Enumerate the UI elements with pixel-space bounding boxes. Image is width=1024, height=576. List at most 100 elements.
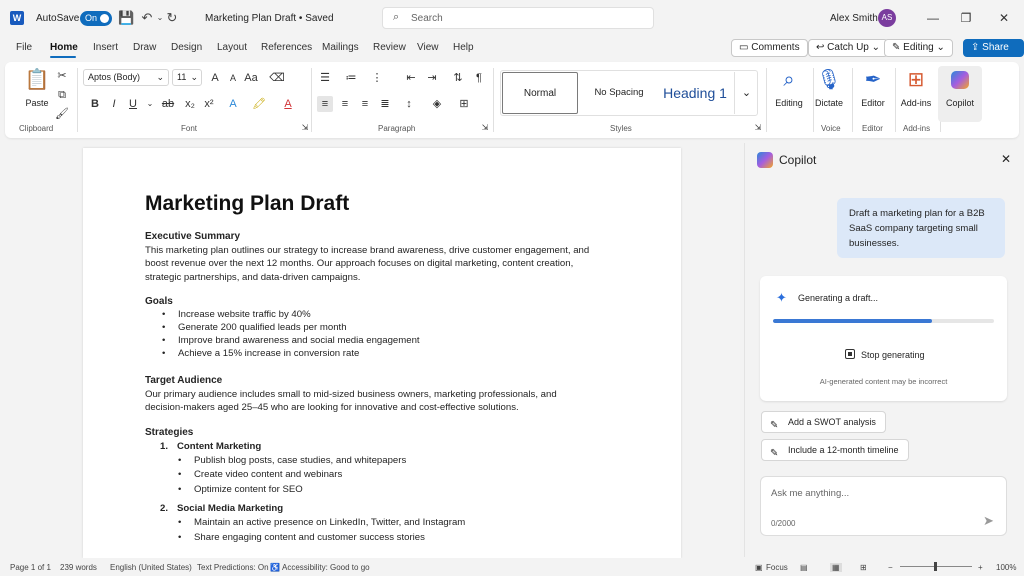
numbering-icon[interactable]: ≔ xyxy=(343,70,359,86)
close-icon[interactable]: ✕ xyxy=(1001,152,1011,166)
underline-icon[interactable]: U xyxy=(125,96,141,112)
zoom-out-icon[interactable]: − xyxy=(888,563,893,572)
document-title[interactable]: Marketing Plan Draft • Saved xyxy=(205,13,334,24)
copilot-chat-input[interactable]: Ask me anything... 0/2000 ➤ xyxy=(760,476,1007,536)
zoom-in-icon[interactable]: + xyxy=(978,563,983,572)
style-no-spacing[interactable]: No Spacing xyxy=(581,72,657,114)
send-icon[interactable]: ➤ xyxy=(983,513,994,529)
font-name-value: Aptos (Body) xyxy=(88,72,141,82)
minimize-icon[interactable]: — xyxy=(925,10,941,26)
list-item: Maintain an active presence on LinkedIn,… xyxy=(178,517,465,528)
format-painter-icon[interactable]: 🖌 xyxy=(54,106,70,122)
list-number: 2. xyxy=(160,503,169,514)
styles-dialog-launcher-icon[interactable]: ⇲ xyxy=(750,120,766,136)
editor-button[interactable]: ✒ Editor xyxy=(851,66,895,108)
italic-icon[interactable]: I xyxy=(106,96,122,112)
accessibility-status[interactable]: Accessibility: Good to go xyxy=(282,563,370,572)
avatar[interactable]: AS xyxy=(878,9,896,27)
align-left-icon[interactable]: ≡ xyxy=(317,96,333,112)
tab-layout[interactable]: Layout xyxy=(217,42,247,53)
text-effects-icon[interactable]: A xyxy=(225,96,241,112)
language-status[interactable]: English (United States) xyxy=(110,563,192,572)
justify-icon[interactable]: ≣ xyxy=(377,96,393,112)
zoom-level[interactable]: 100% xyxy=(996,563,1016,572)
tab-help[interactable]: Help xyxy=(453,42,474,53)
zoom-slider-handle[interactable] xyxy=(934,562,937,571)
catch-up-button[interactable]: ↩ Catch Up ⌄ xyxy=(808,39,889,57)
paragraph-dialog-launcher-icon[interactable]: ⇲ xyxy=(477,120,493,136)
copilot-ribbon-button[interactable]: Copilot xyxy=(938,66,982,122)
increase-indent-icon[interactable]: ⇥ xyxy=(424,70,440,86)
shrink-font-icon[interactable]: A xyxy=(225,70,241,86)
search-input[interactable]: ⌕ Search xyxy=(382,7,654,29)
paste-button[interactable]: 📋 Paste xyxy=(15,66,59,108)
text-predictions-status[interactable]: Text Predictions: On xyxy=(197,563,269,572)
grow-font-icon[interactable]: A xyxy=(207,70,223,86)
underline-options-icon[interactable]: ⌄ xyxy=(142,96,158,112)
word-count[interactable]: 239 words xyxy=(60,563,97,572)
font-name-select[interactable]: Aptos (Body) ⌄ xyxy=(83,69,169,86)
catch-up-label: Catch Up xyxy=(827,42,869,53)
word-app-icon: W xyxy=(10,11,24,25)
tab-references[interactable]: References xyxy=(261,42,312,53)
read-mode-icon[interactable]: ▤ xyxy=(800,563,808,572)
cut-icon[interactable]: ✂ xyxy=(54,68,70,84)
strategy-title: Social Media Marketing xyxy=(177,503,284,514)
page-count[interactable]: Page 1 of 1 xyxy=(10,563,51,572)
style-normal[interactable]: Normal xyxy=(502,72,578,114)
shading-icon[interactable]: ◈ xyxy=(429,96,445,112)
show-formatting-icon[interactable]: ¶ xyxy=(471,70,487,86)
line-spacing-icon[interactable]: ↕ xyxy=(401,96,417,112)
save-icon[interactable]: 💾 xyxy=(118,10,134,26)
style-heading-1[interactable]: Heading 1 xyxy=(657,72,733,114)
highlight-icon[interactable]: 🖍 xyxy=(251,96,267,112)
decrease-indent-icon[interactable]: ⇤ xyxy=(403,70,419,86)
user-name[interactable]: Alex Smith xyxy=(830,13,878,24)
redo-icon[interactable]: ↻ xyxy=(164,10,180,26)
chevron-down-icon: ⌄ xyxy=(190,72,198,82)
print-layout-icon[interactable]: ▦ xyxy=(830,563,842,572)
focus-button[interactable]: Focus xyxy=(766,563,788,572)
tab-review[interactable]: Review xyxy=(373,42,406,53)
clear-formatting-icon[interactable]: ⌫ xyxy=(269,70,285,86)
font-size-select[interactable]: 11 ⌄ xyxy=(172,69,202,86)
stop-icon[interactable] xyxy=(845,349,855,359)
copy-icon[interactable]: ⧉ xyxy=(54,87,70,103)
bold-icon[interactable]: B xyxy=(87,96,103,112)
styles-more-button[interactable]: ⌄ xyxy=(734,72,758,114)
comments-button[interactable]: ▭ Comments xyxy=(731,39,808,57)
tab-view[interactable]: View xyxy=(417,42,439,53)
tab-mailings[interactable]: Mailings xyxy=(322,42,359,53)
autosave-toggle[interactable]: On xyxy=(80,11,112,26)
search-placeholder: Search xyxy=(411,13,443,24)
superscript-icon[interactable]: x² xyxy=(201,96,217,112)
suggestion-swot[interactable]: ✎ Add a SWOT analysis xyxy=(761,411,886,433)
dictate-button[interactable]: 🎙 Dictate xyxy=(807,66,851,108)
tab-design[interactable]: Design xyxy=(171,42,202,53)
change-case-icon[interactable]: Aa xyxy=(243,70,259,86)
tab-draw[interactable]: Draw xyxy=(133,42,156,53)
strikethrough-icon[interactable]: ab xyxy=(160,96,176,112)
multilevel-list-icon[interactable]: ⋮ xyxy=(369,70,385,86)
align-center-icon[interactable]: ≡ xyxy=(337,96,353,112)
maximize-icon[interactable]: ❐ xyxy=(958,10,974,26)
subscript-icon[interactable]: x₂ xyxy=(182,96,198,112)
bullets-icon[interactable]: ☰ xyxy=(317,70,333,86)
font-color-icon[interactable]: A xyxy=(280,96,296,112)
editing-mode-button[interactable]: ✎ Editing ⌄ xyxy=(884,39,953,57)
editing-button-label: Editing xyxy=(775,98,803,108)
suggestion-timeline[interactable]: ✎ Include a 12-month timeline xyxy=(761,439,909,461)
align-right-icon[interactable]: ≡ xyxy=(357,96,373,112)
borders-icon[interactable]: ⊞ xyxy=(456,96,472,112)
addins-button[interactable]: ⊞ Add-ins xyxy=(894,66,938,108)
web-layout-icon[interactable]: ⊞ xyxy=(860,563,867,572)
editing-button[interactable]: ⌕ Editing xyxy=(767,66,811,108)
share-button[interactable]: ⇪ Share ⌄ xyxy=(963,39,1024,69)
tab-home[interactable]: Home xyxy=(50,42,78,53)
sort-icon[interactable]: ⇅ xyxy=(450,70,466,86)
close-window-icon[interactable]: ✕ xyxy=(996,10,1012,26)
tab-file[interactable]: File xyxy=(16,42,32,53)
stop-generating-button[interactable]: Stop generating xyxy=(861,350,925,360)
tab-insert[interactable]: Insert xyxy=(93,42,118,53)
document-page[interactable]: Marketing Plan Draft Executive Summary T… xyxy=(83,148,681,558)
